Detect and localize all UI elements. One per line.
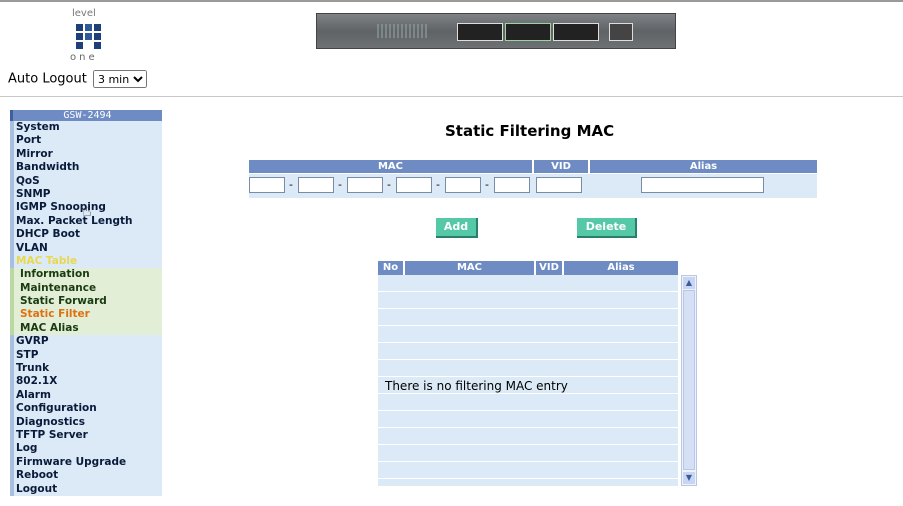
- switch-front-panel-image: [316, 13, 676, 49]
- sidebar-subitem-mac-alias[interactable]: MAC Alias: [10, 321, 162, 336]
- switch-port-group: [553, 23, 599, 41]
- page-title: Static Filtering MAC: [445, 122, 615, 140]
- mac-separator: -: [436, 178, 440, 191]
- sidebar-subitem-maintenance[interactable]: Maintenance: [10, 281, 162, 296]
- sidebar-item-diagnostics[interactable]: Diagnostics: [10, 415, 162, 429]
- empty-list-message: There is no filtering MAC entry: [385, 379, 568, 393]
- logo-block: [76, 33, 83, 40]
- list-header-alias: Alias: [564, 261, 678, 275]
- alias-input[interactable]: [641, 177, 764, 193]
- logo-block: [85, 33, 92, 40]
- sidebar-subitem-static-forward[interactable]: Static Forward: [10, 295, 162, 309]
- logo-block: [94, 24, 101, 31]
- logo-block: [76, 42, 83, 49]
- sidebar-item-snmp[interactable]: SNMP: [10, 187, 162, 202]
- mac-separator: -: [289, 178, 293, 191]
- logo-block: [94, 42, 101, 49]
- levelone-logo: level one: [68, 8, 112, 68]
- sidebar-item-tftp-server[interactable]: TFTP Server: [10, 428, 162, 443]
- add-button[interactable]: Add: [436, 218, 478, 238]
- sidebar-item-reboot[interactable]: Reboot: [10, 469, 162, 483]
- mac-octet-5-input[interactable]: [445, 177, 481, 193]
- switch-vent: [377, 24, 429, 38]
- logo-block: [94, 33, 101, 40]
- sidebar-item-vlan[interactable]: VLAN: [10, 241, 162, 255]
- list-scrollbar[interactable]: ▲ ▼: [681, 275, 697, 486]
- sidebar-item-gvrp[interactable]: GVRP: [10, 335, 162, 349]
- logo-text-bottom: one: [70, 52, 98, 63]
- logo-block: [85, 24, 92, 31]
- mac-separator: -: [338, 178, 342, 191]
- mac-separator: -: [387, 178, 391, 191]
- list-header-no: No: [378, 261, 405, 275]
- list-header-mac: MAC: [405, 261, 536, 275]
- sidebar-header: GSW-2494: [10, 110, 162, 121]
- sidebar-item-system[interactable]: System: [10, 121, 162, 135]
- switch-port-group: [505, 23, 551, 41]
- header-divider: [0, 96, 903, 97]
- mac-separator: -: [485, 178, 489, 191]
- sidebar-item-log[interactable]: Log: [10, 442, 162, 456]
- hand-cursor-icon: ☝: [82, 201, 92, 220]
- vid-input[interactable]: [536, 177, 582, 193]
- auto-logout-label: Auto Logout: [8, 71, 87, 87]
- auto-logout: Auto Logout 3 min: [8, 70, 147, 88]
- list-header-vid: VID: [536, 261, 564, 275]
- sidebar-item-firmware-upgrade[interactable]: Firmware Upgrade: [10, 455, 162, 470]
- sidebar-item-qos[interactable]: QoS: [10, 174, 162, 188]
- scrollbar-thumb[interactable]: [683, 290, 695, 470]
- form-input-row: - - - - -: [249, 174, 817, 198]
- form-header-alias: Alias: [590, 160, 817, 173]
- top-border: [0, 0, 903, 2]
- logo-block: [76, 24, 83, 31]
- sidebar-menu: GSW-2494 System Port Mirror Bandwidth Qo…: [10, 110, 162, 496]
- sidebar-item-stp[interactable]: STP: [10, 348, 162, 363]
- form-header-vid: VID: [534, 160, 590, 173]
- sidebar-item-mac-table[interactable]: MAC Table: [10, 254, 162, 269]
- mac-octet-3-input[interactable]: [347, 177, 383, 193]
- sidebar-item-alarm[interactable]: Alarm: [10, 388, 162, 403]
- scroll-down-icon[interactable]: ▼: [683, 472, 695, 484]
- sidebar-item-mirror[interactable]: Mirror: [10, 147, 162, 162]
- delete-button[interactable]: Delete: [577, 218, 637, 238]
- sidebar-item-dhcp-boot[interactable]: DHCP Boot: [10, 228, 162, 242]
- sidebar-item-8021x[interactable]: 802.1X: [10, 375, 162, 389]
- sidebar-item-trunk[interactable]: Trunk: [10, 362, 162, 376]
- mac-octet-2-input[interactable]: [298, 177, 334, 193]
- mac-octet-6-input[interactable]: [494, 177, 530, 193]
- mac-octet-1-input[interactable]: [249, 177, 285, 193]
- sidebar-subitem-information[interactable]: Information: [10, 268, 162, 282]
- switch-uplink-ports: [609, 23, 633, 41]
- sidebar-item-port[interactable]: Port: [10, 134, 162, 148]
- logo-text-top: level: [72, 8, 96, 19]
- sidebar-item-bandwidth[interactable]: Bandwidth: [10, 161, 162, 175]
- auto-logout-select[interactable]: 3 min: [92, 70, 147, 88]
- switch-port-group: [457, 23, 503, 41]
- sidebar-item-configuration[interactable]: Configuration: [10, 402, 162, 416]
- scroll-up-icon[interactable]: ▲: [683, 277, 695, 289]
- sidebar-item-logout[interactable]: Logout: [10, 482, 162, 496]
- form-header-mac: MAC: [249, 160, 534, 173]
- sidebar-subitem-static-filter[interactable]: Static Filter: [10, 308, 162, 322]
- mac-octet-4-input[interactable]: [396, 177, 432, 193]
